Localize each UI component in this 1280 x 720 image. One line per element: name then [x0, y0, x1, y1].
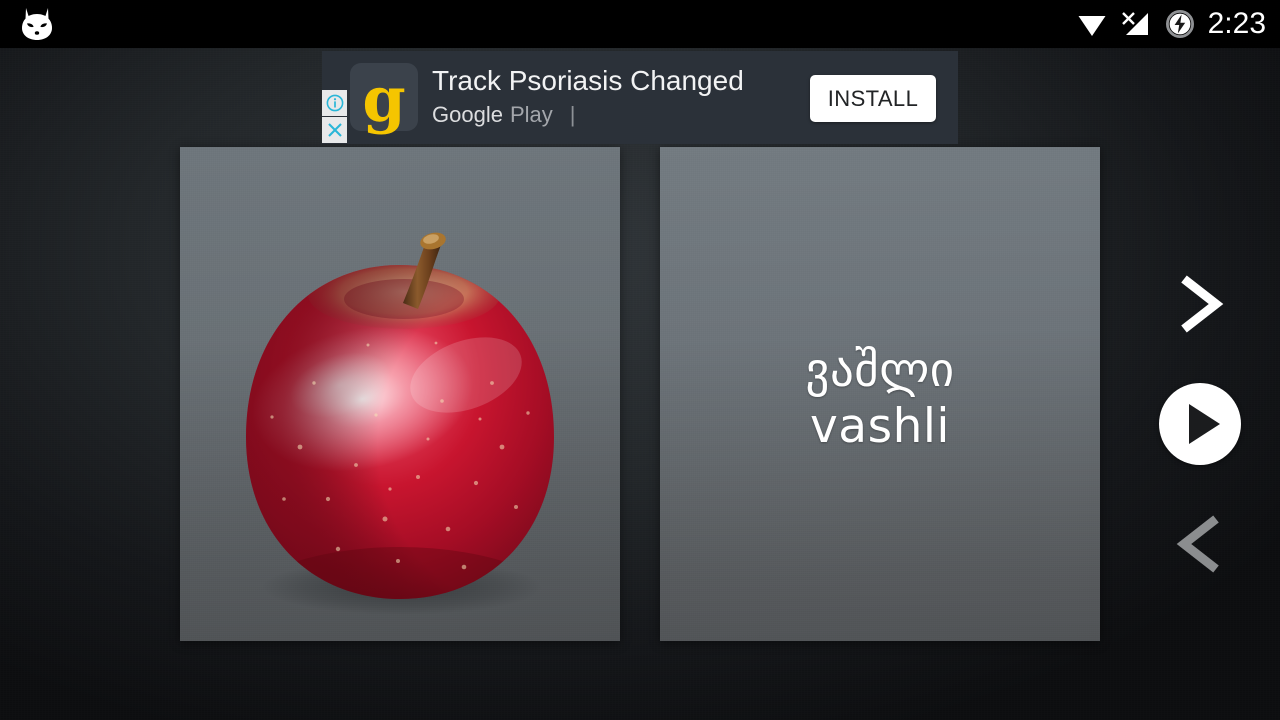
ad-subtitle: Google Play |	[432, 101, 802, 129]
ad-app-icon[interactable]: g	[350, 63, 418, 131]
apple-illustration	[180, 147, 620, 641]
cyanogenmod-cid-logo-icon	[18, 6, 56, 42]
ad-info-button[interactable]	[322, 90, 347, 116]
word-text-block: ვაშლი vashli	[660, 343, 1100, 455]
previous-card-button[interactable]	[1168, 512, 1232, 576]
ad-title: Track Psoriasis Changed	[432, 65, 744, 96]
ad-badge-stack	[322, 90, 347, 143]
flashcard-image[interactable]	[180, 147, 620, 641]
ad-text-block: Track Psoriasis Changed Google Play |	[432, 63, 802, 129]
status-clock: 2:23	[1207, 7, 1266, 40]
ad-install-button[interactable]: INSTALL	[810, 75, 936, 122]
info-icon	[326, 94, 343, 112]
wifi-icon	[1078, 16, 1106, 36]
status-icons-group: 2:23	[1077, 0, 1266, 48]
word-latin-transliteration: vashli	[809, 399, 950, 454]
ad-store-play: Play	[509, 102, 553, 127]
chevron-left-icon	[1176, 515, 1219, 573]
ad-store-google: Google	[432, 102, 503, 127]
battery-charging-icon	[1165, 9, 1194, 39]
ad-app-icon-letter: g	[362, 63, 406, 136]
status-bar: 2:23	[0, 0, 1280, 48]
ad-banner[interactable]: g Track Psoriasis Changed Google Play | …	[322, 51, 958, 144]
flashcard-word[interactable]: ვაშლი vashli	[660, 147, 1100, 641]
ad-separator: |	[569, 102, 576, 127]
next-card-button[interactable]	[1168, 272, 1232, 336]
app-screen: ვაშლი vashli g Track Psoriasis Changed G…	[0, 0, 1280, 720]
play-audio-button[interactable]	[1159, 383, 1241, 465]
play-icon	[1159, 383, 1241, 465]
close-icon	[327, 123, 342, 137]
cellular-no-sim-icon	[1121, 12, 1148, 35]
word-native-script: ვაშლი	[805, 343, 955, 398]
chevron-right-icon	[1181, 275, 1224, 333]
play-triangle-icon	[1189, 404, 1220, 444]
ad-close-button[interactable]	[322, 117, 347, 143]
